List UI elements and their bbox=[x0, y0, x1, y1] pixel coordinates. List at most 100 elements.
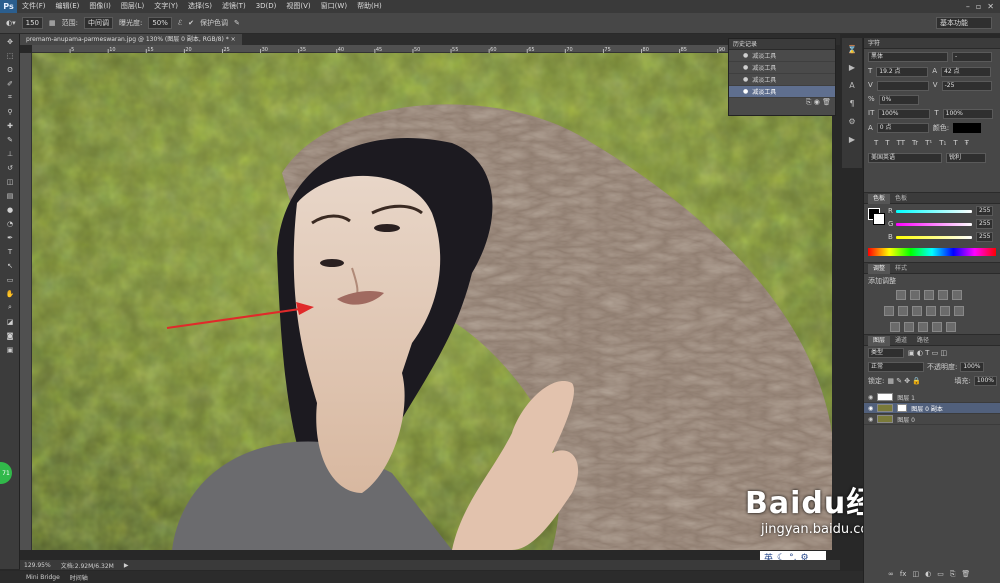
gradient-map-icon[interactable] bbox=[932, 322, 942, 332]
history-panel-title[interactable]: 历史记录 bbox=[729, 39, 835, 50]
menu-3d[interactable]: 3D(D) bbox=[251, 0, 282, 13]
quick-mask-icon[interactable]: ◙ bbox=[2, 329, 18, 342]
history-item[interactable]: ● 减淡工具 bbox=[729, 86, 835, 98]
history-item[interactable]: ● 减淡工具 bbox=[729, 74, 835, 86]
airbrush-icon[interactable]: ℰ bbox=[178, 19, 182, 27]
brightness-icon[interactable] bbox=[896, 290, 906, 300]
menu-view[interactable]: 视图(V) bbox=[281, 0, 315, 13]
brush-panel-icon[interactable]: ▦ bbox=[49, 19, 56, 27]
exposure-field[interactable]: 50% bbox=[148, 17, 172, 29]
posterize-icon[interactable] bbox=[904, 322, 914, 332]
hue-saturation-icon[interactable] bbox=[884, 306, 894, 316]
eyedropper-tool-icon[interactable]: ⚲ bbox=[2, 105, 18, 118]
paragraph-panel-icon[interactable]: ¶ bbox=[845, 96, 859, 110]
history-panel-icon[interactable]: ⌛ bbox=[845, 42, 859, 56]
character-panel-icon[interactable]: A bbox=[845, 78, 859, 92]
protect-tones-checkbox[interactable]: ✔ bbox=[188, 19, 194, 27]
threshold-icon[interactable] bbox=[918, 322, 928, 332]
menu-help[interactable]: 帮助(H) bbox=[352, 0, 387, 13]
minimize-icon[interactable]: – bbox=[966, 2, 970, 11]
close-tab-icon[interactable]: × bbox=[231, 36, 236, 43]
kerning-field[interactable] bbox=[876, 81, 929, 91]
opacity-field[interactable]: 100% bbox=[960, 362, 984, 372]
gradient-tool-icon[interactable]: ▤ bbox=[2, 189, 18, 202]
tab-channels[interactable]: 通道 bbox=[890, 336, 912, 346]
dodge-tool-icon[interactable]: ◔ bbox=[2, 217, 18, 230]
tab-paths[interactable]: 路径 bbox=[912, 336, 934, 346]
tab-adjustments[interactable]: 调整 bbox=[868, 264, 891, 274]
tsume-field[interactable]: 0% bbox=[878, 95, 919, 105]
menu-layer[interactable]: 图层(L) bbox=[116, 0, 149, 13]
tab-layers[interactable]: 图层 bbox=[868, 336, 891, 346]
lasso-tool-icon[interactable]: ʘ bbox=[2, 63, 18, 76]
text-color-swatch[interactable] bbox=[953, 123, 982, 133]
tracking-field[interactable]: -25 bbox=[941, 81, 992, 91]
color-swatches-icon[interactable]: ◪ bbox=[2, 315, 18, 328]
status-arrow-icon[interactable]: ▶ bbox=[124, 562, 129, 569]
r-value[interactable]: 255 bbox=[976, 206, 994, 216]
close-icon[interactable]: ✕ bbox=[987, 2, 994, 11]
menu-edit[interactable]: 编辑(E) bbox=[51, 0, 85, 13]
marquee-tool-icon[interactable]: ⬚ bbox=[2, 49, 18, 62]
underline-button[interactable]: T bbox=[953, 139, 957, 147]
dodge-tool-preset-icon[interactable]: ◐▾ bbox=[6, 19, 16, 27]
small-caps-button[interactable]: Tr bbox=[912, 139, 918, 147]
workspace-select[interactable]: 基本功能 bbox=[936, 17, 992, 29]
subscript-button[interactable]: T₁ bbox=[939, 139, 946, 147]
history-item[interactable]: ● 减淡工具 bbox=[729, 62, 835, 74]
range-select[interactable]: 中间调 bbox=[83, 17, 113, 29]
color-balance-icon[interactable] bbox=[898, 306, 908, 316]
path-select-tool-icon[interactable]: ↖ bbox=[2, 259, 18, 272]
actions-panel-icon[interactable]: ▶ bbox=[845, 60, 859, 74]
font-size-field[interactable]: 19.2 点 bbox=[876, 67, 929, 77]
menu-image[interactable]: 图像(I) bbox=[84, 0, 116, 13]
hand-tool-icon[interactable]: ✋ bbox=[2, 287, 18, 300]
document-tab[interactable]: premam-anupama-parmeswaran.jpg @ 130% (图… bbox=[20, 34, 242, 45]
channel-mixer-icon[interactable] bbox=[940, 306, 950, 316]
invert-icon[interactable] bbox=[890, 322, 900, 332]
history-item[interactable]: ● 减淡工具 bbox=[729, 50, 835, 62]
curves-icon[interactable] bbox=[924, 290, 934, 300]
layer-row[interactable]: ◉ 图层 1 bbox=[864, 392, 1000, 403]
menu-type[interactable]: 文字(Y) bbox=[149, 0, 183, 13]
superscript-button[interactable]: T¹ bbox=[925, 139, 932, 147]
trash-icon[interactable]: 🗑 bbox=[822, 98, 831, 106]
screen-mode-icon[interactable]: ▣ bbox=[2, 343, 18, 356]
selective-color-icon[interactable] bbox=[946, 322, 956, 332]
faux-italic-button[interactable]: T bbox=[885, 139, 889, 147]
new-layer-icon[interactable]: ⎘ bbox=[950, 570, 956, 579]
menu-select[interactable]: 选择(S) bbox=[183, 0, 217, 13]
layer-row[interactable]: ◉ 图层 0 bbox=[864, 414, 1000, 425]
timeline-tab[interactable]: 时间轴 bbox=[70, 573, 88, 582]
eraser-tool-icon[interactable]: ◫ bbox=[2, 175, 18, 188]
eye-icon[interactable]: ◉ bbox=[868, 405, 873, 412]
tab-color[interactable]: 色板 bbox=[868, 194, 891, 204]
exposure-icon[interactable] bbox=[938, 290, 948, 300]
play-icon[interactable]: ▶ bbox=[845, 132, 859, 146]
all-caps-button[interactable]: TT bbox=[897, 139, 905, 147]
delete-layer-icon[interactable]: 🗑 bbox=[961, 570, 970, 579]
pressure-icon[interactable]: ✎ bbox=[234, 19, 240, 27]
shape-tool-icon[interactable]: ▭ bbox=[2, 273, 18, 286]
filter-icons[interactable]: ▣ ◐ T ▭ ◫ bbox=[908, 349, 947, 357]
fill-field[interactable]: 100% bbox=[973, 376, 997, 386]
healing-tool-icon[interactable]: ✚ bbox=[2, 119, 18, 132]
g-slider[interactable] bbox=[896, 223, 972, 226]
baseline-field[interactable]: 0 点 bbox=[876, 123, 929, 133]
faux-bold-button[interactable]: T bbox=[874, 139, 878, 147]
b-value[interactable]: 255 bbox=[976, 232, 994, 242]
menu-file[interactable]: 文件(F) bbox=[17, 0, 51, 13]
mask-icon[interactable]: ◫ bbox=[912, 570, 919, 579]
restore-icon[interactable]: ▫ bbox=[976, 2, 981, 11]
color-lookup-icon[interactable] bbox=[954, 306, 964, 316]
background-color-swatch[interactable] bbox=[873, 213, 885, 225]
leading-field[interactable]: 42 点 bbox=[941, 67, 992, 77]
zoom-tool-icon[interactable]: ⌕ bbox=[2, 301, 18, 314]
snapshot-icon[interactable]: ◉ bbox=[814, 98, 820, 106]
group-icon[interactable]: ▭ bbox=[937, 570, 944, 579]
menu-filter[interactable]: 滤镜(T) bbox=[217, 0, 251, 13]
stamp-tool-icon[interactable]: ⊥ bbox=[2, 147, 18, 160]
zoom-level[interactable]: 129.95% bbox=[24, 562, 51, 569]
link-icon[interactable]: ∞ bbox=[888, 570, 894, 579]
character-tab[interactable]: 字符 bbox=[864, 38, 1000, 49]
